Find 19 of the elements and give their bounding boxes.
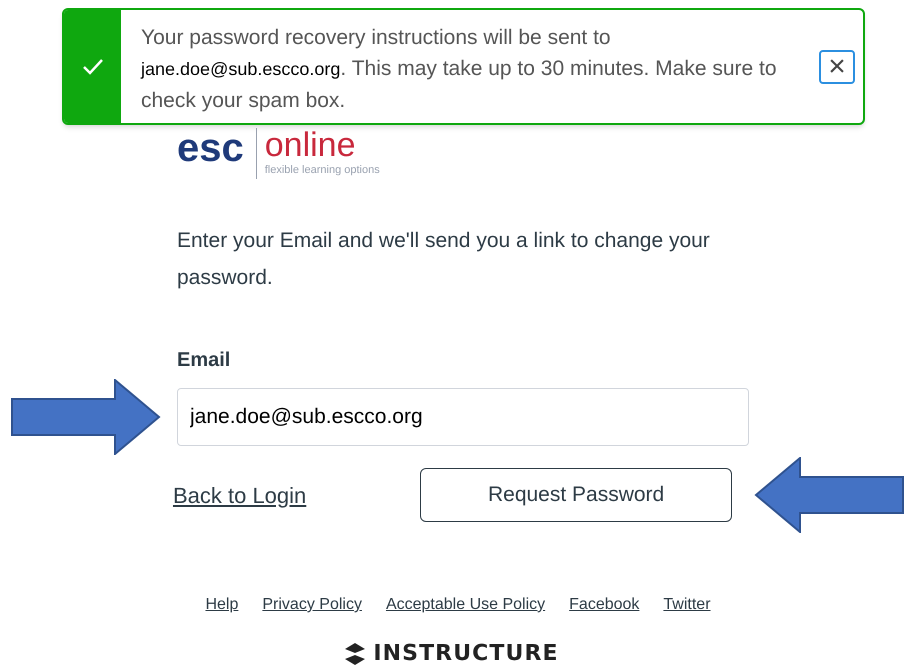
instructions-text: Enter your Email and we'll send you a link to change your password. — [177, 228, 711, 291]
footer-link[interactable]: Facebook — [569, 593, 640, 617]
logo-tagline: flexible learning options — [264, 163, 380, 178]
right-arrow-icon — [11, 379, 161, 455]
left-arrow-icon — [754, 457, 904, 533]
close-button[interactable]: × — [819, 50, 855, 84]
brand-name: INSTRUCTURE — [373, 643, 559, 665]
back-to-login-link[interactable]: Back to Login — [172, 478, 420, 512]
request-password-button[interactable]: Request Password — [420, 468, 732, 522]
logo-text: online — [264, 128, 356, 162]
brand-logo-icon — [345, 643, 366, 665]
footer-link[interactable]: Twitter — [663, 593, 711, 617]
field-label: Email — [177, 348, 232, 373]
footer-link[interactable]: Help — [205, 593, 238, 617]
toast-message: Your password recovery instructions will be sent to jane.doe@sub.escco.org. This may take up to 30 minutes. Make sure to check your spam box. — [140, 25, 778, 114]
footer-link[interactable]: Acceptable Use Policy — [386, 593, 546, 617]
logo-text: esc — [177, 128, 244, 168]
checkmark-icon — [82, 58, 104, 76]
footer-link[interactable]: Privacy Policy — [262, 593, 362, 617]
